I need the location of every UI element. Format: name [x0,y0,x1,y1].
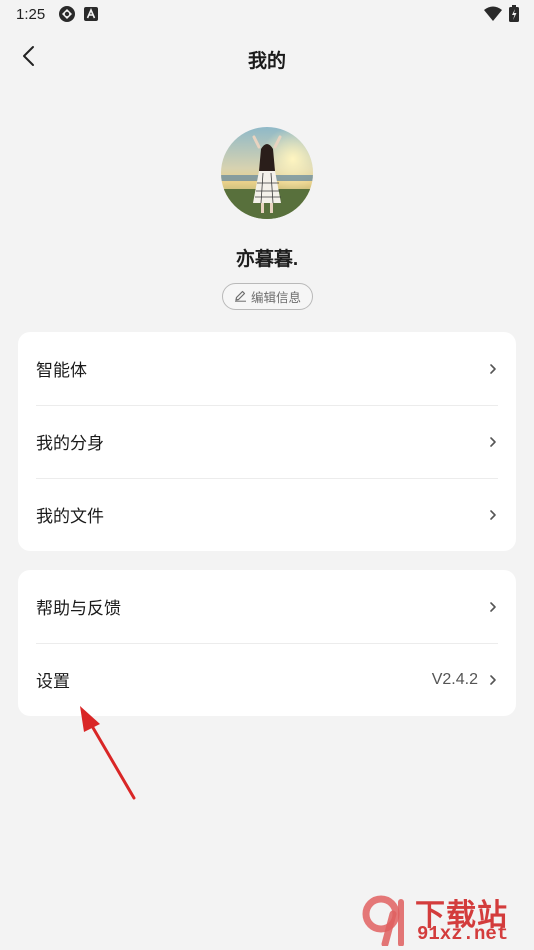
profile-screen: 1:25 我的 亦暮暮. 编辑信息 智能体 我的分身 我的文件 帮助与反馈 设置… [0,0,534,950]
battery-icon [509,5,519,27]
menu-item-label: 设置 [36,672,70,691]
watermark-logo-icon [355,894,413,950]
header: 我的 [0,36,534,80]
menu-item-label: 智能体 [36,361,87,380]
chevron-right-icon [488,435,498,449]
menu-item-agents[interactable]: 智能体 [18,332,516,405]
status-bar: 1:25 [0,0,534,28]
edit-info-button[interactable]: 编辑信息 [222,283,313,310]
avatar[interactable] [221,127,313,219]
menu-item-my-files[interactable]: 我的文件 [18,478,516,551]
notification-a-icon [84,7,98,26]
annotation-arrow-icon [70,700,145,810]
menu-item-label: 我的文件 [36,507,104,526]
username: 亦暮暮. [235,249,299,270]
edit-info-label: 编辑信息 [250,291,301,305]
chevron-right-icon [488,673,498,687]
chevron-right-icon [488,362,498,376]
menu-item-help-feedback[interactable]: 帮助与反馈 [18,570,516,643]
page-title: 我的 [247,51,286,72]
menu-item-label: 我的分身 [36,434,104,453]
chevron-right-icon [488,600,498,614]
chevron-right-icon [488,508,498,522]
status-time: 1:25 [16,6,46,23]
menu-card-secondary: 帮助与反馈 设置 V2.4.2 [18,570,516,716]
pencil-icon [234,289,247,305]
watermark: 下载站 91xz.net [355,890,530,950]
menu-card-main: 智能体 我的分身 我的文件 [18,332,516,551]
wifi-icon [484,6,502,26]
version-label: V2.4.2 [431,670,478,688]
menu-item-label: 帮助与反馈 [36,599,121,618]
menu-item-my-clone[interactable]: 我的分身 [18,405,516,478]
watermark-url: 91xz.net [417,923,509,945]
vpn-icon [58,5,76,28]
